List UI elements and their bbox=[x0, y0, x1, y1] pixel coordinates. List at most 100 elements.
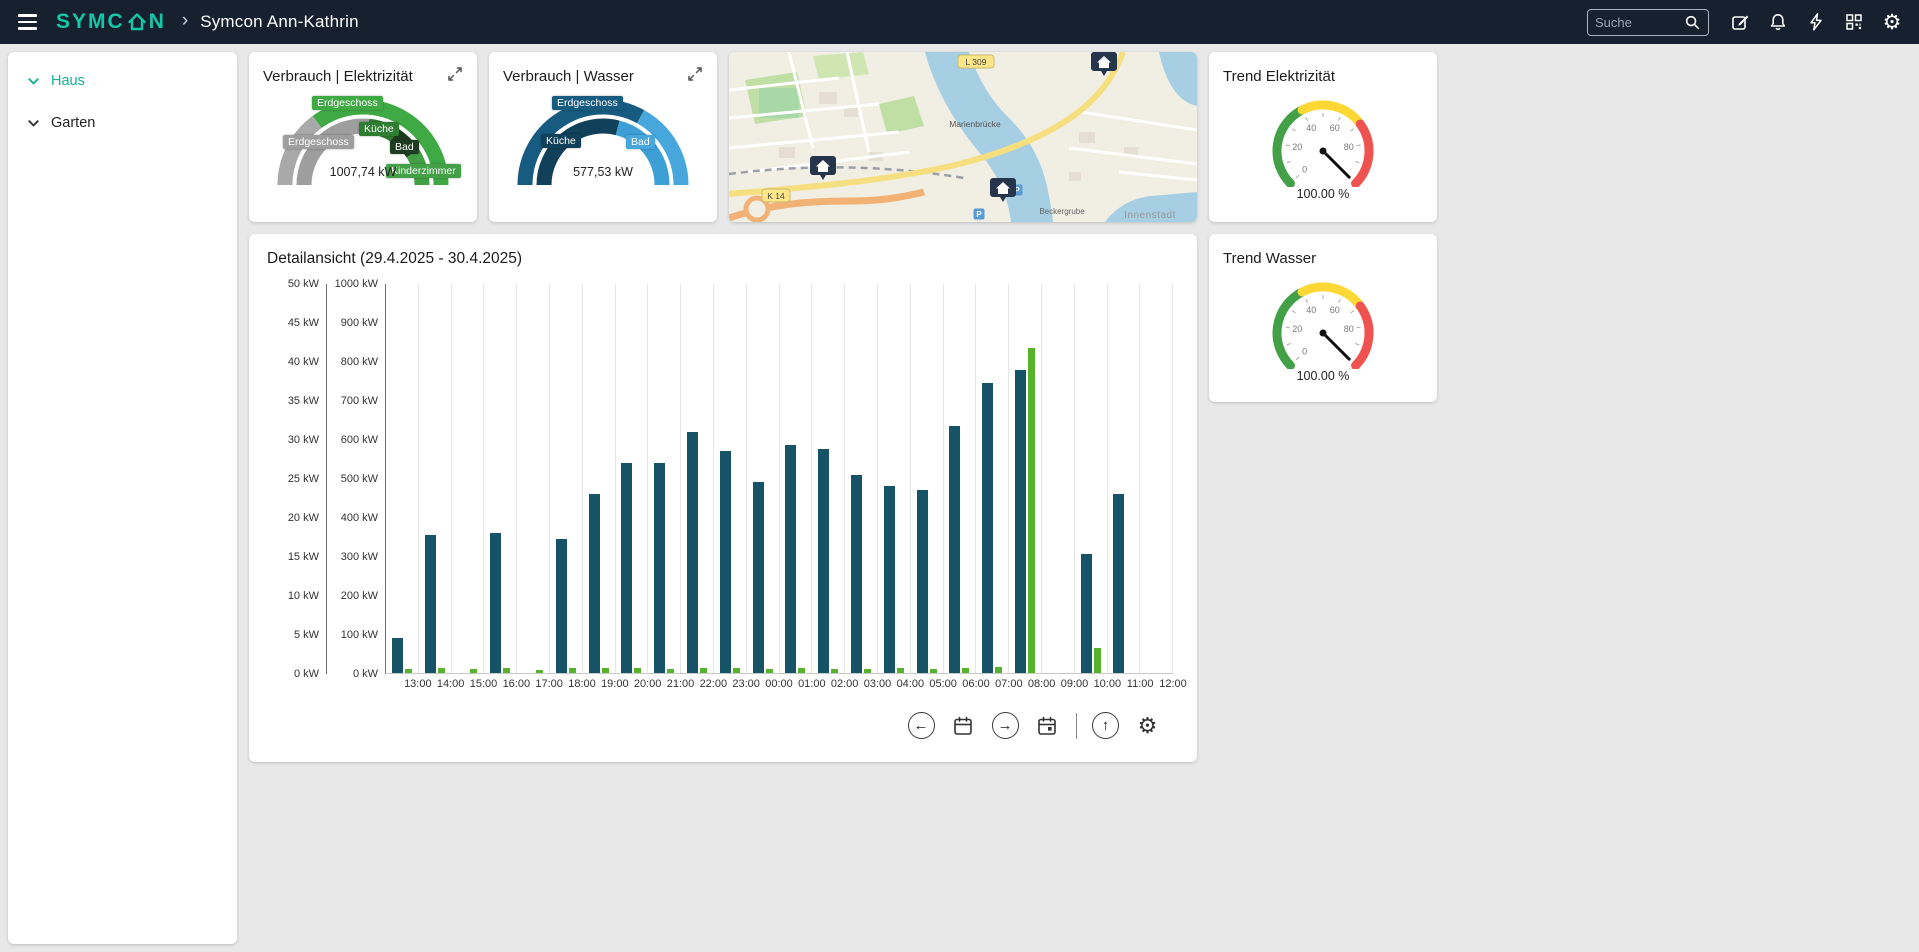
chart-slot bbox=[386, 284, 419, 673]
electricity-gauge-chart: 020406080 bbox=[1253, 87, 1393, 187]
bar-electricity bbox=[917, 490, 928, 673]
y-tick-label: 1000 kW bbox=[335, 278, 378, 290]
y-axis-water: 0 kW5 kW10 kW15 kW20 kW25 kW30 kW35 kW40… bbox=[263, 284, 327, 674]
bar-electricity bbox=[982, 383, 993, 673]
hamburger-icon bbox=[18, 14, 37, 29]
chart-slot bbox=[484, 284, 517, 673]
road-badge-k14: K 14 bbox=[762, 189, 790, 202]
chart-slot bbox=[714, 284, 747, 673]
actions-button[interactable] bbox=[1801, 7, 1831, 37]
x-tick-label: 04:00 bbox=[897, 678, 925, 690]
x-tick-label: 08:00 bbox=[1028, 678, 1056, 690]
expand-icon bbox=[447, 66, 463, 82]
settings-button[interactable]: ⚙ bbox=[1877, 7, 1907, 37]
svg-text:80: 80 bbox=[1344, 324, 1354, 334]
svg-text:20: 20 bbox=[1292, 324, 1302, 334]
detail-bar-chart: 0 kW5 kW10 kW15 kW20 kW25 kW30 kW35 kW40… bbox=[263, 284, 1183, 696]
bar-water bbox=[962, 668, 969, 673]
expand-button[interactable] bbox=[683, 62, 707, 89]
gear-icon: ⚙ bbox=[1138, 715, 1158, 737]
map-widget[interactable]: L 309 K 14 Marienbrücke Beckergrube Inne… bbox=[729, 52, 1197, 222]
x-tick-label: 23:00 bbox=[732, 678, 760, 690]
logo-text-prefix: SYMC bbox=[56, 10, 125, 34]
card-title: Verbrauch | Wasser bbox=[499, 62, 638, 85]
chart-slot bbox=[747, 284, 780, 673]
x-tick-label: 11:00 bbox=[1127, 678, 1154, 690]
chart-slot bbox=[583, 284, 616, 673]
detail-title: Detailansicht (29.4.2025 - 30.4.2025) bbox=[263, 250, 1183, 268]
chart-slot bbox=[648, 284, 681, 673]
x-tick-label: 00:00 bbox=[765, 678, 793, 690]
y-tick-label: 15 kW bbox=[288, 551, 319, 563]
bar-water bbox=[733, 668, 740, 673]
bar-electricity bbox=[589, 494, 600, 673]
app-logo[interactable]: SYMC N bbox=[56, 10, 166, 34]
bar-water bbox=[700, 668, 707, 673]
bar-electricity bbox=[818, 449, 829, 673]
x-tick-label: 21:00 bbox=[667, 678, 695, 690]
bar-water bbox=[503, 668, 510, 673]
total-value: 1007,74 kW bbox=[259, 165, 467, 179]
y-tick-label: 800 kW bbox=[341, 356, 378, 368]
x-tick-label: 12:00 bbox=[1159, 678, 1187, 690]
chart-slot bbox=[1140, 284, 1173, 673]
expand-button[interactable] bbox=[443, 62, 467, 89]
search-input[interactable] bbox=[1595, 15, 1680, 30]
bar-water bbox=[930, 669, 937, 673]
x-tick-label: 05:00 bbox=[929, 678, 957, 690]
calendar-button[interactable] bbox=[950, 712, 977, 739]
sidebar: Haus Garten bbox=[8, 52, 237, 944]
gauge-value: 100.00 % bbox=[1219, 187, 1427, 201]
calendar-icon bbox=[952, 715, 974, 737]
breadcrumb-separator: › bbox=[182, 10, 188, 32]
y-tick-label: 500 kW bbox=[341, 473, 378, 485]
next-period-button[interactable]: → bbox=[992, 712, 1019, 739]
arrow-left-icon: ← bbox=[914, 718, 929, 733]
y-tick-label: 45 kW bbox=[288, 317, 319, 329]
y-tick-label: 600 kW bbox=[341, 434, 378, 446]
notifications-button[interactable] bbox=[1763, 7, 1793, 37]
search-box bbox=[1587, 9, 1709, 36]
bar-water bbox=[897, 668, 904, 673]
bar-electricity bbox=[425, 535, 436, 673]
x-tick-label: 13:00 bbox=[404, 678, 432, 690]
bar-electricity bbox=[621, 463, 632, 673]
chart-slot bbox=[550, 284, 583, 673]
bar-electricity bbox=[720, 451, 731, 673]
bar-electricity bbox=[1113, 494, 1124, 673]
qr-code-button[interactable] bbox=[1839, 7, 1869, 37]
jump-to-date-button[interactable] bbox=[1034, 712, 1061, 739]
x-tick-label: 19:00 bbox=[601, 678, 629, 690]
svg-text:L 309: L 309 bbox=[966, 57, 987, 67]
chart-slot bbox=[845, 284, 878, 673]
chart-slot bbox=[1009, 284, 1042, 673]
edit-button[interactable] bbox=[1725, 7, 1755, 37]
map-label-beckergrube: Beckergrube bbox=[1039, 207, 1085, 216]
bar-water bbox=[1028, 348, 1035, 673]
bar-electricity bbox=[1015, 370, 1026, 673]
card-detailansicht: Detailansicht (29.4.2025 - 30.4.2025) 0 … bbox=[249, 234, 1197, 762]
y-tick-label: 300 kW bbox=[341, 551, 378, 563]
sidebar-item-garten[interactable]: Garten bbox=[8, 102, 237, 144]
bar-electricity bbox=[556, 539, 567, 673]
sidebar-item-haus[interactable]: Haus bbox=[8, 60, 237, 102]
chart-slot bbox=[681, 284, 714, 673]
sidebar-item-label: Haus bbox=[51, 73, 85, 89]
chart-slot bbox=[976, 284, 1009, 673]
lightning-icon bbox=[1806, 12, 1826, 32]
arrow-right-icon: → bbox=[998, 718, 1013, 733]
chevron-down-icon[interactable] bbox=[26, 116, 41, 131]
chart-slot bbox=[878, 284, 911, 673]
svg-text:60: 60 bbox=[1330, 305, 1340, 315]
y-tick-label: 200 kW bbox=[341, 590, 378, 602]
aggregation-up-button[interactable]: ↑ bbox=[1092, 712, 1119, 739]
chevron-down-icon[interactable] bbox=[26, 74, 41, 89]
segment-label: Erdgeschoss bbox=[312, 96, 383, 110]
plot-area bbox=[385, 284, 1173, 674]
topbar: SYMC N › Symcon Ann-Kathrin bbox=[0, 0, 1919, 44]
chart-settings-button[interactable]: ⚙ bbox=[1134, 712, 1161, 739]
menu-button[interactable] bbox=[12, 7, 42, 37]
svg-text:40: 40 bbox=[1306, 123, 1316, 133]
search-icon[interactable] bbox=[1684, 14, 1701, 31]
prev-period-button[interactable]: ← bbox=[908, 712, 935, 739]
